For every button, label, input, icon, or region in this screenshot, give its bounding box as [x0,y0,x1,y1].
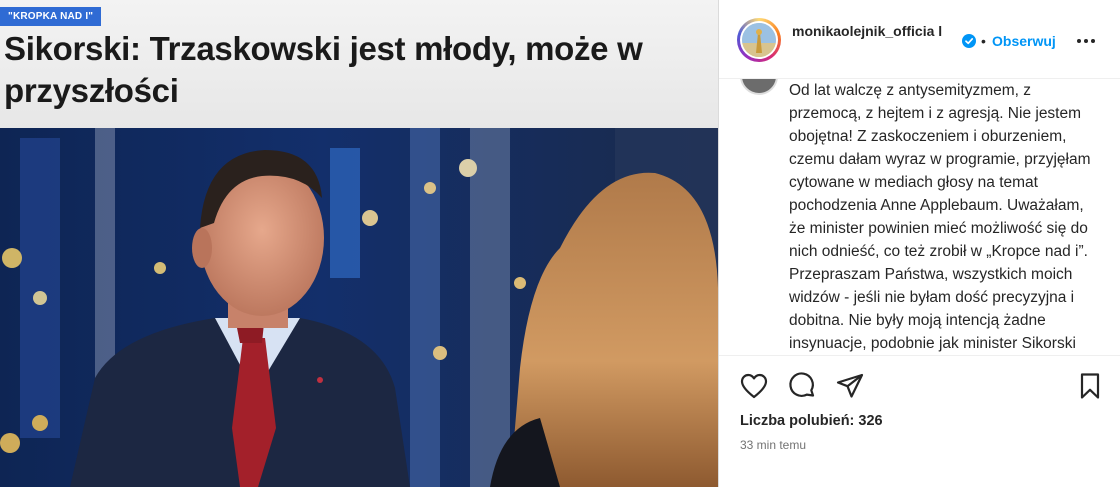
bookmark-icon[interactable] [1075,371,1105,401]
post-timestamp[interactable]: 33 min temu [740,438,806,452]
caption-avatar[interactable] [740,79,778,95]
program-tag: "KROPKA NAD I" [0,7,102,26]
post-header: monikaolejnik_officia l • Obserwuj [719,0,1120,79]
post-media[interactable]: "KROPKA NAD I" Sikorski: Trzaskowski jes… [0,0,718,487]
more-options-icon[interactable] [1073,33,1099,49]
caption-text: Od lat walczę z antysemityzmem, z przemo… [789,82,1091,352]
username[interactable]: monikaolejnik_officia l [792,22,967,41]
share-icon[interactable] [835,371,865,401]
separator-dot: • [981,33,986,49]
post-sidebar: monikaolejnik_officia l • Obserwuj Od la… [718,0,1120,487]
follow-button[interactable]: Obserwuj [992,33,1056,49]
avatar[interactable] [737,18,781,62]
avatar-image [742,23,776,57]
comment-icon[interactable] [787,371,817,401]
headline-banner: "KROPKA NAD I" Sikorski: Trzaskowski jes… [0,0,718,128]
headline-text: Sikorski: Trzaskowski jest młody, może w… [4,30,643,109]
verified-badge-icon [962,34,976,48]
action-bar: Liczba polubień: 326 33 min temu [719,355,1120,488]
heart-icon[interactable] [739,371,769,401]
caption-area: Od lat walczę z antysemityzmem, z przemo… [719,79,1120,355]
avatar-frame [740,21,778,59]
likes-count[interactable]: Liczba polubień: 326 [740,413,883,429]
studio-photo [0,128,718,487]
